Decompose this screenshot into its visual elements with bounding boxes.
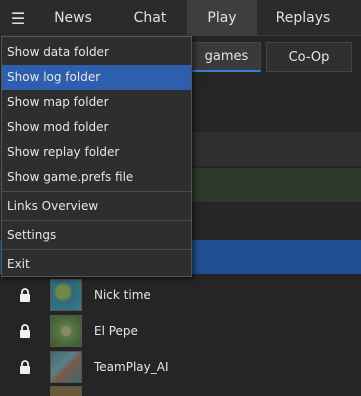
lock-icon: [0, 288, 50, 302]
tab-news[interactable]: News: [38, 0, 108, 36]
menu-item-show-data-folder[interactable]: Show data folder: [2, 40, 191, 65]
menu-item-show-replay-folder[interactable]: Show replay folder: [2, 140, 191, 165]
menu-item-show-log-folder[interactable]: Show log folder: [2, 65, 191, 90]
tab-replays[interactable]: Replays: [263, 0, 343, 36]
menu-item-links-overview[interactable]: Links Overview: [2, 194, 191, 219]
map-thumbnail: [50, 279, 82, 311]
table-row[interactable]: Nick time: [0, 277, 361, 313]
hamburger-icon[interactable]: ☰: [0, 0, 36, 36]
game-name: Nick time: [94, 288, 151, 302]
subtab-games[interactable]: games: [192, 42, 261, 72]
menu-item-show-map-folder[interactable]: Show map folder: [2, 90, 191, 115]
subtab-coop[interactable]: Co-Op: [266, 42, 352, 72]
menu-item-show-mod-folder[interactable]: Show mod folder: [2, 115, 191, 140]
table-row[interactable]: [0, 385, 361, 396]
map-thumbnail: [50, 315, 82, 347]
menu-item-exit[interactable]: Exit: [2, 252, 191, 277]
play-subtabs: games Co-Op: [192, 42, 361, 72]
main-dropdown-menu: Show data folder Show log folder Show ma…: [1, 36, 192, 277]
menu-item-show-game-prefs[interactable]: Show game.prefs file: [2, 165, 191, 190]
game-name: El Pepe: [94, 324, 138, 338]
game-name: TeamPlay_AI: [94, 360, 169, 374]
table-row[interactable]: TeamPlay_AI: [0, 349, 361, 385]
menu-separator: [2, 191, 191, 192]
table-row[interactable]: El Pepe: [0, 313, 361, 349]
map-thumbnail: [50, 385, 82, 396]
tab-play[interactable]: Play: [187, 0, 257, 36]
map-thumbnail: [50, 351, 82, 383]
menu-separator: [2, 220, 191, 221]
lock-icon: [0, 360, 50, 374]
menu-item-settings[interactable]: Settings: [2, 223, 191, 248]
menu-separator: [2, 249, 191, 250]
top-navigation: ☰ News Chat Play Replays: [0, 0, 361, 36]
tab-chat[interactable]: Chat: [115, 0, 185, 36]
lock-icon: [0, 324, 50, 338]
